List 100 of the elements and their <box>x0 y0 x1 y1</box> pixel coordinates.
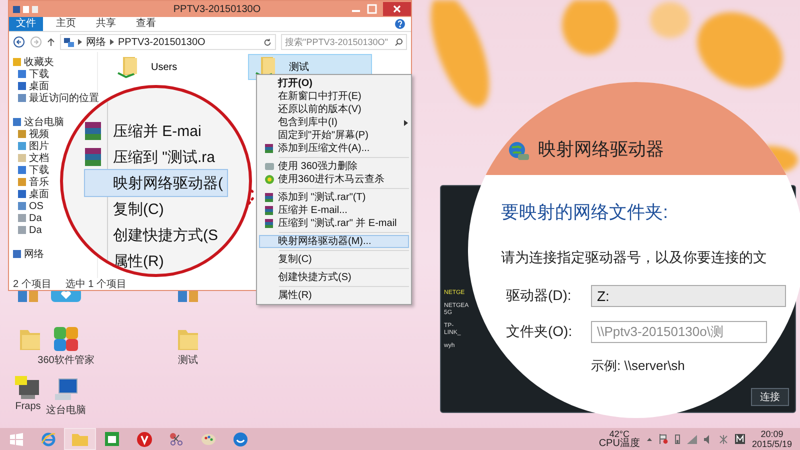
sidebar-item[interactable]: Da <box>29 212 42 224</box>
folder-icon <box>72 432 88 446</box>
sidebar-item[interactable]: 这台电脑 <box>24 115 64 129</box>
sidebar-item[interactable]: 网络 <box>24 247 44 261</box>
sidebar-item[interactable]: 桌面 <box>29 79 49 93</box>
battery-icon[interactable] <box>674 434 680 444</box>
menu-item[interactable]: 映射网络驱动器( <box>85 170 227 196</box>
close-icon[interactable] <box>383 2 411 16</box>
menu-item[interactable]: 添加到压缩文件(A)... <box>259 142 409 155</box>
address-bar[interactable]: 网络 PPTV3-20150130O <box>60 34 276 50</box>
menu-item[interactable]: 压缩并 E-mail... <box>259 204 409 217</box>
network-drive-icon <box>508 141 530 161</box>
menu-item[interactable]: 压缩到 "测试.rar" 并 E-mail <box>259 217 409 230</box>
archive-icon <box>265 193 273 202</box>
breadcrumb[interactable]: PPTV3-20150130O <box>118 36 206 48</box>
monitor-icon[interactable] <box>15 376 41 400</box>
menu-item[interactable]: 复制(C) <box>259 253 409 266</box>
menu-item[interactable]: 使用 360强力删除 <box>259 160 409 173</box>
app-icon[interactable] <box>18 290 38 302</box>
status-text: 选中 1 个项目 <box>65 278 126 291</box>
field-label: 驱动器(D): <box>505 287 572 305</box>
example-text: 示例: \\server\sh <box>591 357 686 375</box>
menu-item[interactable]: 包含到库中(I) <box>259 116 409 129</box>
ribbon-tab[interactable]: 共享 <box>89 17 123 31</box>
dialog-heading: 要映射的网络文件夹: <box>501 201 670 224</box>
menu-item[interactable]: 还原以前的版本(V) <box>259 103 409 116</box>
archive-icon <box>265 219 273 228</box>
ribbon-tab[interactable]: 查看 <box>129 17 163 31</box>
desktop-icon-label: 360软件管家 <box>38 354 94 367</box>
menu-item[interactable]: 复制(C) <box>85 196 168 222</box>
search-icon <box>395 38 403 46</box>
computer-icon[interactable] <box>53 378 79 402</box>
sidebar-item[interactable]: 视频 <box>29 127 49 141</box>
menu-item[interactable]: 固定到"开始"屏幕(P) <box>259 129 409 142</box>
sidebar-item[interactable]: OS <box>29 200 44 212</box>
menu-item[interactable]: 创建快捷方式(S) <box>259 271 409 284</box>
maximize-icon[interactable] <box>367 4 377 14</box>
archive-icon <box>85 148 101 166</box>
browser-e-icon <box>40 432 56 446</box>
help-icon[interactable] <box>395 19 405 29</box>
menu-item[interactable]: 压缩到 "测试.ra <box>85 144 219 170</box>
window-title: PPTV3-20150130O <box>172 4 262 14</box>
sidebar-item[interactable]: 桌面 <box>29 187 49 201</box>
instruction-text: 请为连接指定驱动器号，以及你要连接的文 <box>501 249 768 267</box>
network-icon[interactable] <box>718 434 728 444</box>
ribbon-tab[interactable]: 文件 <box>9 17 43 31</box>
search-field[interactable]: 搜索"PPTV3-20150130O" <box>281 34 407 50</box>
menu-item[interactable]: 压缩并 E-mai <box>85 118 206 144</box>
scissors-icon <box>169 432 183 446</box>
palette-icon <box>200 432 216 446</box>
folder-item[interactable]: Users <box>110 54 234 80</box>
m-logo-icon[interactable] <box>734 434 745 444</box>
back-icon[interactable] <box>13 36 25 48</box>
sidebar-item[interactable]: 收藏夹 <box>24 55 54 69</box>
sidebar-item[interactable]: 下载 <box>29 163 49 177</box>
menu-item[interactable]: 在新窗口中打开(E) <box>259 90 409 103</box>
temperature-label: CPU温度 <box>598 439 640 449</box>
refresh-icon[interactable] <box>263 38 272 46</box>
status-text: 2 个项目 <box>13 278 52 291</box>
drive-dropdown[interactable]: Z: <box>591 285 786 307</box>
archive-icon <box>85 122 101 140</box>
app-icon[interactable] <box>178 290 198 302</box>
up-arrow-icon[interactable] <box>47 37 55 47</box>
folder-name: 测试 <box>289 60 309 74</box>
temperature-reading: 42°C <box>609 429 630 439</box>
chevron-icon <box>78 39 82 45</box>
desktop-icon-label: 测试 <box>178 354 198 367</box>
sidebar-icon <box>13 250 21 258</box>
sidebar-item[interactable]: 文档 <box>29 151 49 165</box>
dialog-title: 映射网络驱动器 <box>538 138 664 161</box>
menu-item[interactable]: 使用360进行木马云查杀 <box>259 173 409 186</box>
forward-icon[interactable] <box>30 36 42 48</box>
field-label: 文件夹(O): <box>505 323 574 341</box>
submenu-arrow-icon <box>404 120 408 126</box>
ribbon-tab[interactable]: 主页 <box>49 17 83 31</box>
folder-field[interactable]: \\Pptv3-20150130o\测 <box>591 321 767 343</box>
chevron-icon <box>110 39 114 45</box>
sidebar-item[interactable]: Da <box>29 224 42 236</box>
menu-item[interactable]: 添加到 "测试.rar"(T) <box>259 191 409 204</box>
breadcrumb[interactable]: 网络 <box>86 35 106 49</box>
clock-date[interactable]: 2015/5/19 <box>752 439 792 449</box>
sidebar-item[interactable]: 图片 <box>29 139 49 153</box>
archive-icon <box>265 206 273 215</box>
shopping-bag-icon <box>105 432 119 446</box>
caret-icon[interactable] <box>646 438 652 440</box>
connect-button[interactable]: 连接 <box>751 388 789 406</box>
flag-icon[interactable] <box>658 434 668 444</box>
sidebar-item[interactable]: 音乐 <box>29 175 49 189</box>
network-icon <box>64 38 74 46</box>
clock-time[interactable]: 20:09 <box>760 429 784 439</box>
menu-item[interactable]: 映射网络驱动器(M)... <box>259 235 409 248</box>
sidebar-item[interactable]: 下载 <box>29 67 49 81</box>
menu-item[interactable]: 创建快捷方式(S <box>85 222 222 248</box>
app-grid-icon[interactable] <box>53 326 79 352</box>
speaker-icon[interactable] <box>704 434 712 444</box>
menu-item[interactable]: 属性(R) <box>259 289 409 302</box>
menu-item[interactable]: 打开(O) <box>259 77 409 90</box>
sidebar-item[interactable]: 最近访问的位置 <box>29 91 99 105</box>
smile-icon <box>232 432 248 446</box>
signal-icon[interactable] <box>686 434 697 444</box>
